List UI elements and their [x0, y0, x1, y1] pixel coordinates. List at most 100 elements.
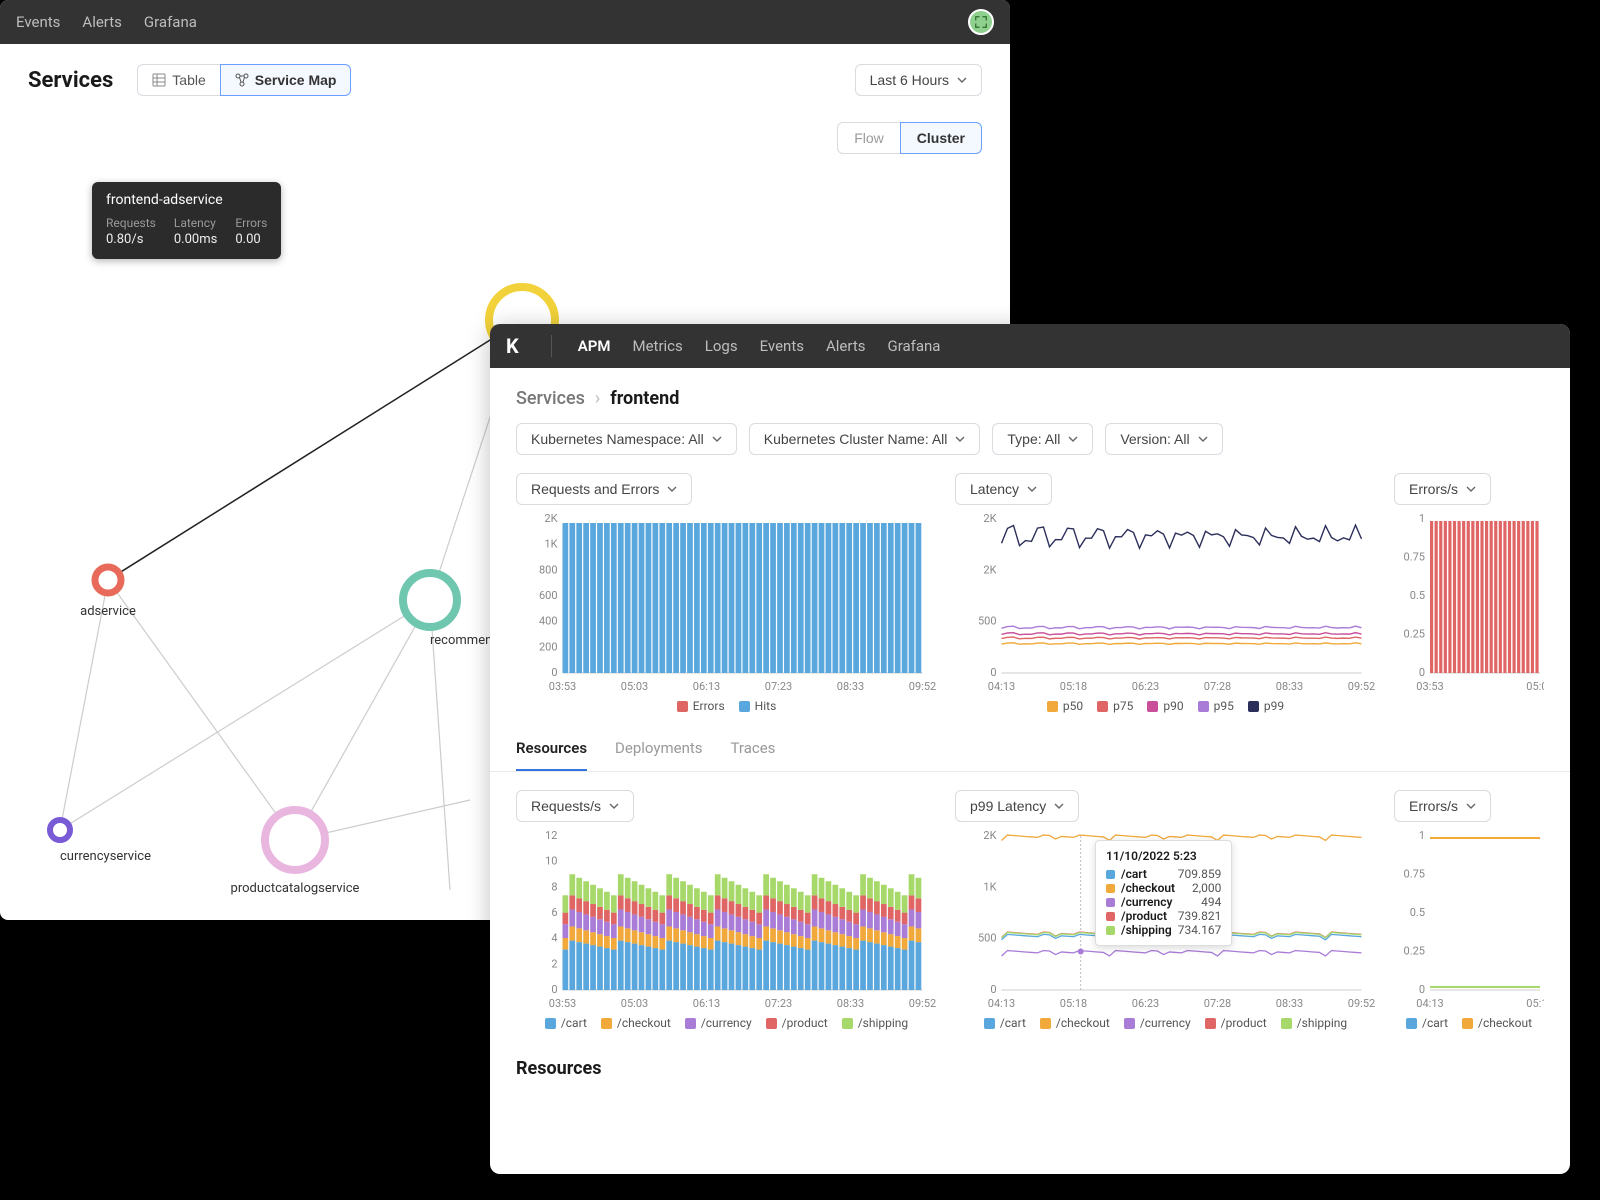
svg-text:0.75: 0.75 [1404, 551, 1425, 564]
subtab-deployments[interactable]: Deployments [615, 739, 702, 771]
chart-canvas[interactable]: 2K1K500004:1305:1806:2307:2808:3309:52 1… [955, 830, 1376, 1010]
legend-item: p50 [1047, 699, 1083, 713]
filter-row: Kubernetes Namespace: All Kubernetes Clu… [490, 417, 1570, 473]
chart-errors-s: Errors/s 10.750.50.25003:5305:03 [1394, 473, 1544, 713]
page-title: Services [28, 68, 113, 93]
svg-text:07:23: 07:23 [765, 680, 792, 693]
legend-item: /currency [1124, 1016, 1191, 1030]
svg-text:04:13: 04:13 [1416, 997, 1443, 1010]
edge [295, 600, 430, 840]
nav-alerts[interactable]: Alerts [826, 337, 866, 355]
nav-logs[interactable]: Logs [705, 337, 738, 355]
nav-grafana[interactable]: Grafana [144, 13, 197, 31]
chevron-down-icon [1466, 801, 1476, 811]
legend-item: /checkout [601, 1016, 671, 1030]
nav-apm[interactable]: APM [578, 337, 611, 355]
node-recommendation[interactable] [403, 573, 457, 627]
svg-text:09:52: 09:52 [1348, 680, 1375, 693]
node-productcatalogservice[interactable] [265, 810, 325, 870]
chart-title-label: Requests and Errors [531, 481, 659, 497]
chart-title-select[interactable]: Errors/s [1394, 790, 1491, 822]
filter-namespace[interactable]: Kubernetes Namespace: All [516, 423, 737, 455]
legend-item: /cart [545, 1016, 587, 1030]
svg-text:800: 800 [539, 563, 558, 576]
svg-text:05:03: 05:03 [621, 680, 648, 693]
svg-text:06:23: 06:23 [1132, 997, 1159, 1010]
svg-text:0.25: 0.25 [1404, 945, 1425, 958]
svg-text:0.5: 0.5 [1410, 589, 1425, 602]
chart-canvas[interactable]: 2K2K500004:1305:1806:2307:2808:3309:52 [955, 513, 1376, 693]
chart-p99-latency: p99 Latency 2K1K500004:1305:1806:2307:28… [955, 790, 1376, 1030]
chart-title-label: Errors/s [1409, 481, 1458, 497]
filter-version-label: Version: All [1120, 431, 1189, 447]
svg-text:05:03: 05:03 [621, 997, 648, 1010]
tooltip-errors-value: 0.00 [235, 232, 267, 247]
bottom-charts-row: Requests/s 12108642003:5305:0306:1307:23… [490, 772, 1570, 1040]
chart-title-label: Requests/s [531, 798, 601, 814]
svg-text:1: 1 [1419, 830, 1425, 842]
svg-text:2: 2 [551, 957, 557, 970]
time-range-select[interactable]: Last 6 Hours [855, 64, 982, 96]
svg-text:2K: 2K [544, 513, 557, 525]
tooltip-row: /currency494 [1106, 895, 1221, 909]
tooltip-latency-value: 0.00ms [174, 232, 217, 247]
chevron-down-icon [1054, 801, 1064, 811]
chart-canvas[interactable]: 2K1K800600400200003:5305:0306:1307:2308:… [516, 513, 937, 693]
header-row: Services Table Service Map Last 6 Hours [0, 44, 1010, 110]
chart-canvas[interactable]: 10.750.50.25004:1305:18 [1394, 830, 1544, 1010]
svg-text:07:23: 07:23 [765, 997, 792, 1010]
tooltip-latency-label: Latency [174, 216, 217, 230]
chart-title-select[interactable]: Latency [955, 473, 1052, 505]
view-seg: Table Service Map [137, 64, 351, 96]
node-currencyservice[interactable] [50, 820, 70, 840]
chart-requests-s: Requests/s 12108642003:5305:0306:1307:23… [516, 790, 937, 1030]
map-view-button[interactable]: Service Map [220, 64, 352, 96]
filter-version[interactable]: Version: All [1105, 423, 1222, 455]
chart-canvas[interactable]: 12108642003:5305:0306:1307:2308:3309:52 [516, 830, 937, 1010]
nav-metrics[interactable]: Metrics [632, 337, 682, 355]
chart-canvas[interactable]: 10.750.50.25003:5305:03 [1394, 513, 1544, 693]
svg-text:09:52: 09:52 [909, 997, 936, 1010]
node-adservice[interactable] [95, 567, 121, 593]
svg-text:0.25: 0.25 [1404, 628, 1425, 641]
chart-tooltip: 11/10/2022 5:23 /cart709.859/checkout2,0… [1095, 840, 1232, 946]
svg-text:0: 0 [551, 983, 557, 996]
edge [108, 580, 295, 840]
tooltip-requests-value: 0.80/s [106, 232, 156, 247]
nav-events[interactable]: Events [16, 13, 60, 31]
subtab-resources[interactable]: Resources [516, 739, 587, 771]
chart-legend: ErrorsHits [516, 699, 937, 713]
svg-text:05:03: 05:03 [1526, 680, 1544, 693]
tooltip-row: /shipping734.167 [1106, 923, 1221, 937]
edge-frontend-adservice [108, 320, 522, 580]
chevron-down-icon [1027, 484, 1037, 494]
chart-title-select[interactable]: Requests/s [516, 790, 634, 822]
svg-text:500: 500 [978, 932, 997, 945]
logo[interactable]: K [506, 334, 519, 358]
chart-title-select[interactable]: Requests and Errors [516, 473, 692, 505]
avatar[interactable] [968, 9, 994, 35]
table-view-button[interactable]: Table [137, 64, 219, 96]
tooltip-title: frontend-adservice [106, 192, 267, 208]
svg-text:0.5: 0.5 [1410, 906, 1425, 919]
time-range-label: Last 6 Hours [870, 72, 949, 88]
svg-text:4: 4 [551, 932, 557, 945]
edge-tooltip: frontend-adservice Requests0.80/s Latenc… [92, 182, 281, 259]
nav-grafana[interactable]: Grafana [887, 337, 940, 355]
chart-title-select[interactable]: p99 Latency [955, 790, 1079, 822]
breadcrumb-root[interactable]: Services [516, 388, 585, 409]
filter-cluster[interactable]: Kubernetes Cluster Name: All [749, 423, 981, 455]
svg-text:500: 500 [978, 615, 997, 628]
nav-events[interactable]: Events [760, 337, 804, 355]
svg-text:8: 8 [551, 880, 557, 893]
label-adservice: adservice [80, 604, 136, 619]
subtab-traces[interactable]: Traces [731, 739, 776, 771]
svg-text:06:13: 06:13 [693, 997, 720, 1010]
svg-text:2K: 2K [983, 830, 996, 842]
nav-alerts[interactable]: Alerts [82, 13, 122, 31]
svg-text:1K: 1K [983, 880, 996, 893]
chart-title-select[interactable]: Errors/s [1394, 473, 1491, 505]
filter-type[interactable]: Type: All [992, 423, 1093, 455]
label-currency: currencyservice [60, 849, 151, 864]
svg-text:600: 600 [539, 589, 558, 602]
